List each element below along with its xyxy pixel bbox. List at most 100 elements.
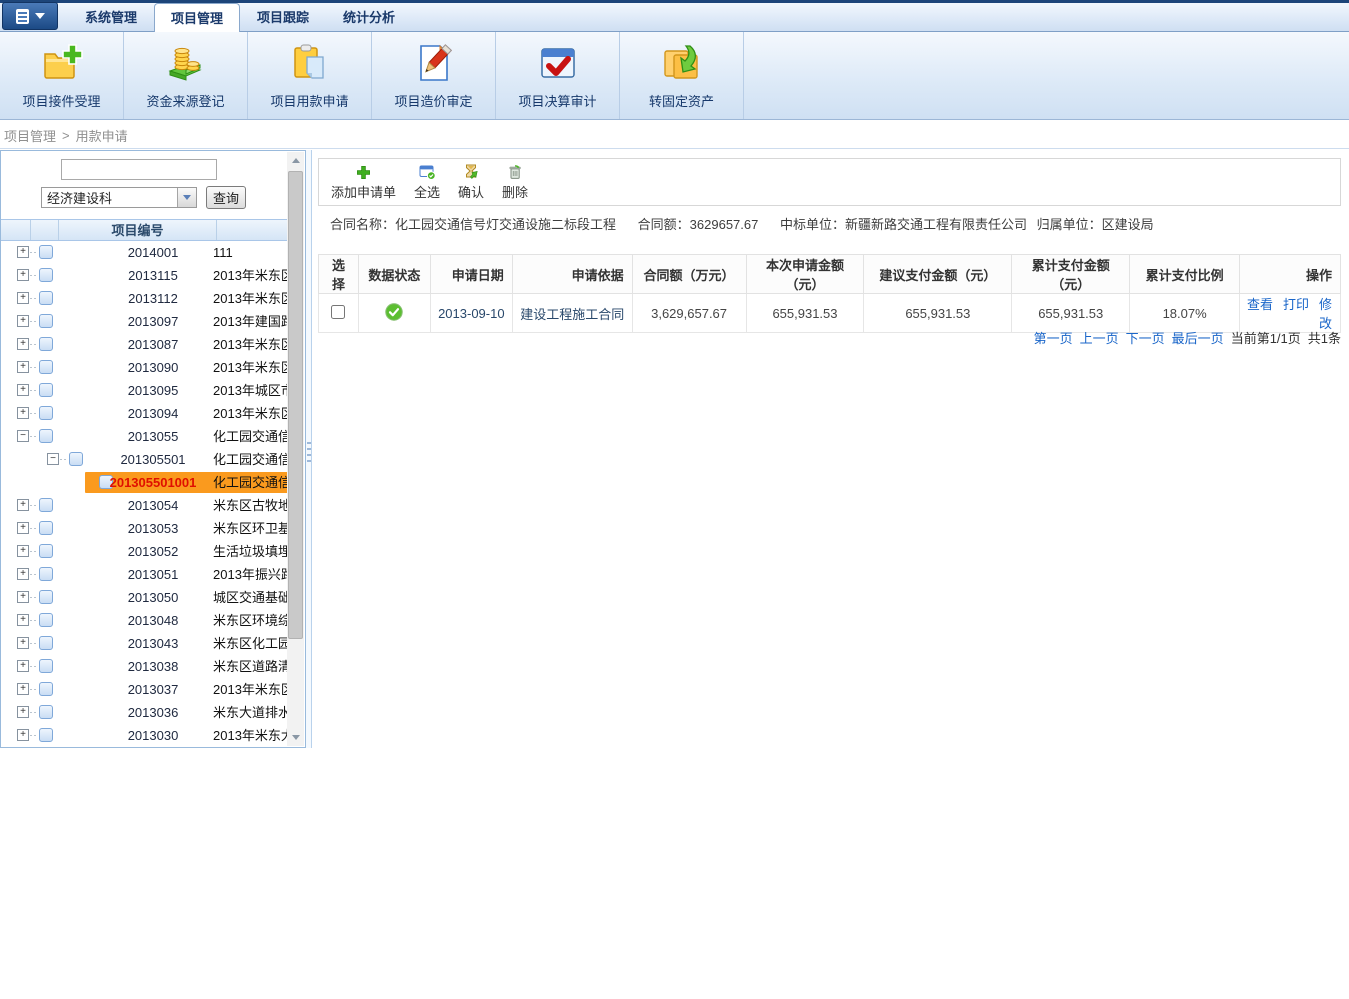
ribbon-item-3[interactable]: 项目用款申请 <box>248 32 372 119</box>
tree-node-checkbox[interactable] <box>39 613 53 627</box>
tree-node-checkbox[interactable] <box>39 314 53 328</box>
tree-expand-icon[interactable]: + <box>17 683 29 695</box>
tree-node-row[interactable]: +20130302013年米东大 <box>1 724 289 747</box>
tree-node-row[interactable]: −2013055化工园交通信 <box>1 425 289 448</box>
tree-expand-icon[interactable]: + <box>17 361 29 373</box>
tree-node-row[interactable]: +2013053米东区环卫基 <box>1 517 289 540</box>
cell-amt: 655,931.53 <box>1012 294 1130 333</box>
tree-node-checkbox[interactable] <box>39 245 53 259</box>
tree-node-checkbox[interactable] <box>39 705 53 719</box>
tab-4[interactable]: 统计分析 <box>326 3 412 32</box>
tree-expand-icon[interactable]: + <box>17 568 29 580</box>
tree-node-row[interactable]: +2013048米东区环境综 <box>1 609 289 632</box>
page-link-2[interactable]: 上一页 <box>1080 328 1119 347</box>
scroll-down-icon[interactable] <box>287 729 304 746</box>
tree-node-row[interactable]: 201305501001化工园交通信 <box>1 471 289 494</box>
tree-node-row[interactable]: +20131122013年米东区 <box>1 287 289 310</box>
action-4[interactable]: 删除 <box>502 163 528 201</box>
tree-node-row[interactable]: +20130972013年建国路 <box>1 310 289 333</box>
tree-node-row[interactable]: +20131152013年米东区 <box>1 264 289 287</box>
tree-expand-icon[interactable]: + <box>17 246 29 258</box>
scroll-up-icon[interactable] <box>287 152 304 169</box>
tree-node-row[interactable]: +2014001111 <box>1 241 289 264</box>
tree-node-checkbox[interactable] <box>39 383 53 397</box>
tree-node-row[interactable]: +2013050城区交通基础 <box>1 586 289 609</box>
tree-node-checkbox[interactable] <box>39 659 53 673</box>
tree-node-row[interactable]: +2013038米东区道路清 <box>1 655 289 678</box>
tree-node-checkbox[interactable] <box>39 498 53 512</box>
top-tab-bar: 系统管理项目管理项目跟踪统计分析 <box>0 0 1349 32</box>
tree-expand-icon[interactable]: + <box>17 637 29 649</box>
tree-expand-icon[interactable]: + <box>17 384 29 396</box>
tree-node-checkbox[interactable] <box>39 590 53 604</box>
tree-node-checkbox[interactable] <box>39 682 53 696</box>
tree-expand-icon[interactable]: + <box>17 315 29 327</box>
ribbon-item-2[interactable]: 资金来源登记 <box>124 32 248 119</box>
tree-scrollbar[interactable] <box>287 152 304 746</box>
action-1[interactable]: 添加申请单 <box>331 163 396 201</box>
tree-node-row[interactable]: +2013054米东区古牧地 <box>1 494 289 517</box>
scrollbar-thumb[interactable] <box>288 171 303 639</box>
tree-node-checkbox[interactable] <box>39 544 53 558</box>
tree-node-checkbox[interactable] <box>39 406 53 420</box>
tree-node-checkbox[interactable] <box>39 291 53 305</box>
action-link-3[interactable]: 修改 <box>1319 297 1332 331</box>
ribbon-item-6[interactable]: 转固定资产 <box>620 32 744 119</box>
tree-node-checkbox[interactable] <box>39 268 53 282</box>
tree-node-checkbox[interactable] <box>39 567 53 581</box>
tree-search-input[interactable] <box>61 159 217 180</box>
action-link-2[interactable]: 打印 <box>1283 297 1309 312</box>
tree-node-row[interactable]: +20130952013年城区市 <box>1 379 289 402</box>
tree-expand-icon[interactable]: + <box>17 407 29 419</box>
tab-1[interactable]: 系统管理 <box>68 3 154 32</box>
page-link-4[interactable]: 最后一页 <box>1172 328 1224 347</box>
tree-expand-icon[interactable]: + <box>17 545 29 557</box>
tree-expand-icon[interactable]: + <box>17 591 29 603</box>
cell-amt: 3,629,657.67 <box>632 294 746 333</box>
department-select[interactable]: 经济建设科 <box>41 187 197 208</box>
tree-node-checkbox[interactable] <box>39 429 53 443</box>
tree-expand-icon[interactable]: + <box>17 499 29 511</box>
tree-collapse-icon[interactable]: − <box>47 453 59 465</box>
tree-node-row[interactable]: +2013043米东区化工园 <box>1 632 289 655</box>
tree-node-checkbox[interactable] <box>69 452 83 466</box>
tree-node-checkbox[interactable] <box>39 337 53 351</box>
tree-expand-icon[interactable]: + <box>17 614 29 626</box>
tree-node-checkbox[interactable] <box>39 360 53 374</box>
tab-2[interactable]: 项目管理 <box>154 3 240 33</box>
page-link-3[interactable]: 下一页 <box>1126 328 1165 347</box>
tree-expand-icon[interactable]: + <box>17 292 29 304</box>
delete-icon <box>507 163 523 181</box>
tree-collapse-icon[interactable]: − <box>17 430 29 442</box>
tree-node-checkbox[interactable] <box>39 521 53 535</box>
tree-expand-icon[interactable]: + <box>17 269 29 281</box>
tree-node-row[interactable]: +20130902013年米东区 <box>1 356 289 379</box>
tree-node-row[interactable]: +20130872013年米东区 <box>1 333 289 356</box>
tree-node-row[interactable]: −201305501化工园交通信 <box>1 448 289 471</box>
action-3[interactable]: 确认 <box>458 163 484 201</box>
tree-node-row[interactable]: +20130372013年米东区 <box>1 678 289 701</box>
ribbon-item-4[interactable]: 项目造价审定 <box>372 32 496 119</box>
tree-node-row[interactable]: +2013052生活垃圾填埋 <box>1 540 289 563</box>
tree-node-checkbox[interactable] <box>39 728 53 742</box>
page-link-1[interactable]: 第一页 <box>1034 328 1073 347</box>
tree-node-row[interactable]: +2013036米东大道排水 <box>1 701 289 724</box>
tree-expand-icon[interactable]: + <box>17 706 29 718</box>
row-select-checkbox[interactable] <box>331 305 345 319</box>
action-2[interactable]: 全选 <box>414 163 440 201</box>
tree-expand-icon[interactable]: + <box>17 338 29 350</box>
tab-3[interactable]: 项目跟踪 <box>240 3 326 32</box>
select-dropdown-button[interactable] <box>177 188 196 207</box>
tree-node-row[interactable]: +20130942013年米东区 <box>1 402 289 425</box>
action-link-1[interactable]: 查看 <box>1247 297 1273 312</box>
tree-node-row[interactable]: +20130512013年振兴路 <box>1 563 289 586</box>
ribbon-item-1[interactable]: 项目接件受理 <box>0 32 124 119</box>
tree-expand-icon[interactable]: + <box>17 522 29 534</box>
ribbon-item-5[interactable]: 项目决算审计 <box>496 32 620 119</box>
col-header: 选择 <box>319 255 359 294</box>
query-button[interactable]: 查询 <box>206 186 246 209</box>
tree-expand-icon[interactable]: + <box>17 660 29 672</box>
tree-node-checkbox[interactable] <box>39 636 53 650</box>
tree-expand-icon[interactable]: + <box>17 729 29 741</box>
main-menu-button[interactable] <box>2 2 58 30</box>
